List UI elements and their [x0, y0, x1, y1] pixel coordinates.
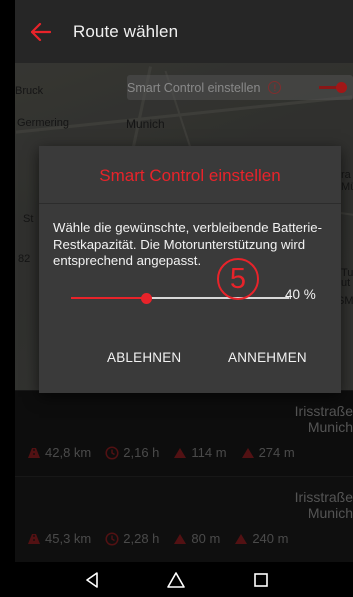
slider-value-label: 40 % — [285, 287, 316, 302]
dialog-message: Wähle die gewünschte, verbleibende Batte… — [53, 220, 323, 268]
smart-control-dialog: Smart Control einstellen Wähle die gewün… — [39, 146, 341, 393]
system-nav-bar — [0, 562, 353, 597]
dialog-title: Smart Control einstellen — [99, 166, 281, 185]
page-title: Route wählen — [73, 21, 179, 41]
nav-home-icon[interactable] — [161, 565, 191, 595]
step-badge: 5 — [217, 258, 259, 300]
accept-button[interactable]: ANNEHMEN — [228, 350, 307, 365]
screen: Route wählen Bruck Germering Munich St 8… — [0, 0, 353, 597]
dialog-divider — [39, 203, 341, 204]
app-bar: Route wählen — [15, 0, 353, 63]
slider-active-track — [71, 297, 147, 299]
slider-thumb[interactable] — [141, 293, 152, 304]
slider-inactive-track — [147, 297, 289, 299]
battery-capacity-slider[interactable] — [71, 292, 289, 304]
left-edge — [0, 0, 15, 597]
nav-recents-icon[interactable] — [246, 565, 276, 595]
decline-button[interactable]: ABLEHNEN — [107, 350, 181, 365]
nav-back-icon[interactable] — [77, 565, 107, 595]
back-arrow-icon[interactable] — [29, 20, 53, 44]
